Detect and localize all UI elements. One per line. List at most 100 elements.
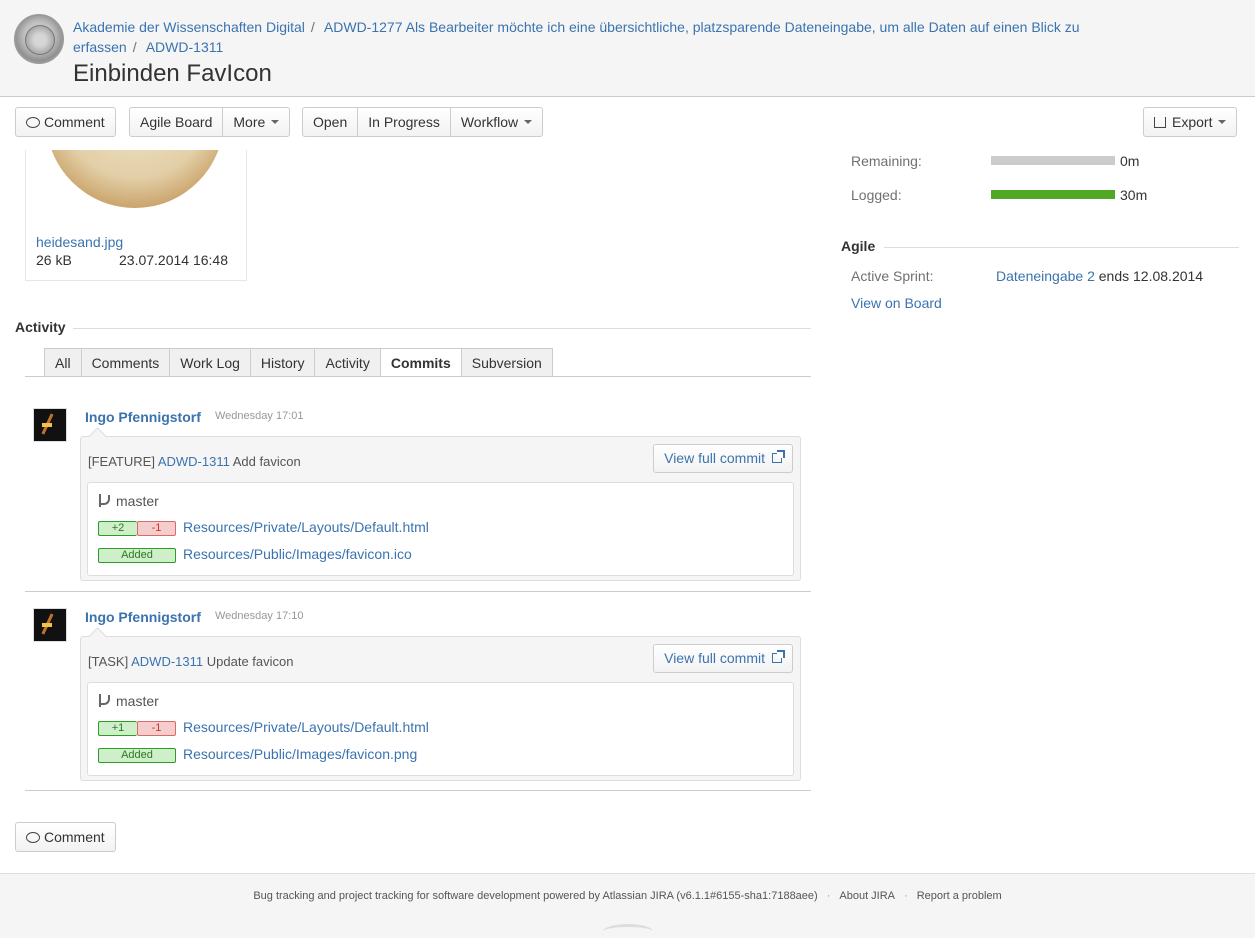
comment-icon (26, 831, 40, 843)
workflow-button[interactable]: Workflow (449, 108, 542, 136)
active-sprint-value: Dateneingabe 2 ends 12.08.2014 (996, 268, 1203, 284)
footer-separator: · (826, 890, 831, 902)
tab-comments[interactable]: Comments (81, 348, 171, 377)
chevron-down-icon (1218, 120, 1227, 125)
file-link[interactable]: Resources/Private/Layouts/Default.html (183, 519, 429, 535)
commit-message: [FEATURE] ADWD-1311 Add favicon (88, 454, 301, 469)
sprint-ends: ends 12.08.2014 (1098, 268, 1204, 284)
report-problem-link[interactable]: Report a problem (917, 890, 1002, 902)
commit-text: Add favicon (232, 454, 301, 469)
commit-issue-link[interactable]: ADWD-1311 (131, 654, 203, 669)
commit-time: Wednesday 17:01 (215, 410, 304, 422)
branch-name: master (116, 693, 159, 709)
tab-commits[interactable]: Commits (380, 348, 462, 377)
activity-heading: Activity (15, 319, 66, 335)
commit-message: [TASK] ADWD-1311 Update favicon (88, 654, 294, 669)
export-button-label: Export (1172, 114, 1213, 130)
lines-removed-badge: -1 (137, 721, 176, 736)
export-icon (1154, 116, 1166, 128)
workflow-group: Open In Progress Workflow (302, 107, 544, 137)
workflow-button-label: Workflow (460, 114, 519, 130)
export-button[interactable]: Export (1143, 107, 1238, 137)
commit-author[interactable]: Ingo Pfennigstorf (85, 609, 201, 625)
branch-name: master (116, 493, 159, 509)
atlassian-logo (603, 924, 653, 938)
divider (884, 247, 1239, 248)
breadcrumb-issue-key[interactable]: ADWD-1311 (146, 39, 224, 55)
more-button-label: More (233, 114, 266, 130)
branch: master (98, 693, 159, 709)
page-title: Einbinden FavIcon (73, 60, 272, 87)
footer-separator: · (904, 890, 908, 902)
commit-text: Update favicon (206, 654, 294, 669)
branch-icon (98, 494, 110, 508)
changed-files: master +1 -1 Resources/Private/Layouts/D… (87, 682, 794, 776)
avatar-figure (42, 423, 52, 427)
about-jira-link[interactable]: About JIRA (839, 890, 895, 902)
commit-entry: Ingo Pfennigstorf Wednesday 17:10 [TASK]… (25, 595, 811, 792)
logged-value: 30m (1120, 187, 1148, 203)
divider (25, 790, 811, 791)
comment-button-label: Comment (44, 114, 105, 130)
tab-activity[interactable]: Activity (315, 348, 381, 377)
commit-time: Wednesday 17:10 (215, 610, 304, 622)
remaining-bar (991, 156, 1115, 165)
avatar-figure (42, 623, 52, 627)
footer-text: Bug tracking and project tracking for so… (0, 890, 1255, 902)
view-full-commit-label: View full commit (664, 450, 765, 466)
commit-author[interactable]: Ingo Pfennigstorf (85, 409, 201, 425)
tab-work-log[interactable]: Work Log (170, 348, 251, 377)
chevron-down-icon (524, 120, 533, 125)
chevron-down-icon (271, 120, 280, 125)
view-on-board-link[interactable]: View on Board (851, 295, 942, 311)
attachment-name[interactable]: heidesand.jpg (36, 234, 123, 250)
remaining-value: 0m (1120, 153, 1140, 169)
logged-bar (991, 190, 1115, 199)
view-full-commit-button[interactable]: View full commit (653, 444, 793, 473)
file-link[interactable]: Resources/Private/Layouts/Default.html (183, 719, 429, 735)
attachment-image[interactable] (46, 150, 226, 208)
comment-button[interactable]: Comment (15, 107, 116, 137)
more-button[interactable]: More (222, 108, 289, 136)
view-full-commit-label: View full commit (664, 650, 765, 666)
agile-heading: Agile (841, 238, 876, 254)
sprint-link[interactable]: Dateneingabe 2 (996, 268, 1095, 284)
added-badge: Added (98, 748, 176, 763)
commit-issue-link[interactable]: ADWD-1311 (158, 454, 230, 469)
powered-by-text: Bug tracking and project tracking for so… (253, 890, 818, 902)
cookie-image (46, 150, 224, 208)
issue-header: Akademie der Wissenschaften Digital / ADW… (0, 0, 1255, 97)
attachment-date: 23.07.2014 16:48 (119, 252, 228, 268)
in-progress-button[interactable]: In Progress (357, 108, 450, 136)
file-link[interactable]: Resources/Public/Images/favicon.png (183, 746, 417, 762)
tab-all[interactable]: All (44, 348, 82, 377)
tab-history[interactable]: History (250, 348, 316, 377)
breadcrumb-project[interactable]: Akademie der Wissenschaften Digital (73, 19, 305, 35)
commit-box: [FEATURE] ADWD-1311 Add favicon View ful… (80, 436, 801, 581)
breadcrumb-separator: / (132, 39, 137, 55)
breadcrumb-separator: / (310, 19, 315, 35)
file-link[interactable]: Resources/Public/Images/favicon.ico (183, 546, 412, 562)
project-avatar[interactable] (14, 14, 64, 64)
avatar[interactable] (33, 408, 67, 442)
footer: Bug tracking and project tracking for so… (0, 873, 1255, 938)
comment-icon (26, 116, 40, 128)
active-sprint-label: Active Sprint: (851, 268, 934, 284)
breadcrumb: Akademie der Wissenschaften Digital / ADW… (73, 17, 1153, 57)
view-full-commit-button[interactable]: View full commit (653, 644, 793, 673)
open-button[interactable]: Open (303, 108, 357, 136)
divider (73, 328, 811, 329)
remaining-label: Remaining: (851, 153, 922, 169)
lines-added-badge: +2 (98, 521, 137, 536)
agile-board-button[interactable]: Agile Board (130, 108, 222, 136)
commit-prefix: [TASK] (88, 654, 129, 669)
external-link-icon (772, 450, 785, 464)
tab-subversion[interactable]: Subversion (461, 348, 553, 377)
avatar[interactable] (33, 608, 67, 642)
add-comment-button[interactable]: Comment (15, 822, 116, 852)
external-link-icon (772, 650, 785, 664)
agile-more-group: Agile Board More (129, 107, 291, 137)
commit-entry: Ingo Pfennigstorf Wednesday 17:01 [FEATU… (25, 395, 811, 592)
branch: master (98, 493, 159, 509)
added-badge: Added (98, 548, 176, 563)
